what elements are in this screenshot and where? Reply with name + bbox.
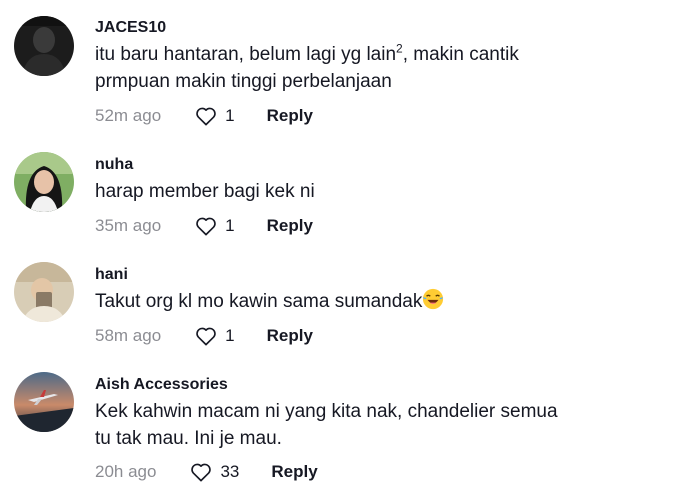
comment-meta: 35m ago 1 Reply: [95, 214, 313, 238]
comment-meta: 52m ago 1 Reply: [95, 104, 313, 128]
like-count: 1: [225, 326, 235, 345]
like-button[interactable]: 1: [195, 106, 235, 126]
comment-text-part: Takut org kl mo kawin sama sumandak: [95, 291, 423, 312]
avatar[interactable]: [14, 152, 74, 212]
like-count: 33: [220, 462, 240, 481]
like-count: 1: [225, 216, 235, 235]
comment-text: Kek kahwin macam ni yang kita nak, chand…: [95, 398, 615, 452]
reply-button[interactable]: Reply: [267, 326, 313, 346]
comment-text-part: tu tak mau. Ini je mau.: [95, 428, 282, 449]
like-count: 1: [225, 106, 235, 125]
like-button[interactable]: 1: [195, 326, 235, 346]
comment-username[interactable]: Aish Accessories: [95, 376, 228, 394]
heart-icon: [196, 107, 216, 126]
reply-button[interactable]: Reply: [271, 462, 317, 482]
comment-time: 58m ago: [95, 326, 162, 345]
tears-of-joy-emoji-icon: [423, 288, 444, 310]
comment-meta: 58m ago 1 Reply: [95, 324, 313, 348]
comment-time: 20h ago: [95, 462, 157, 481]
reply-button[interactable]: Reply: [267, 216, 313, 236]
reply-button[interactable]: Reply: [267, 106, 313, 126]
comment-meta: 20h ago 33 Reply: [95, 460, 318, 484]
heart-icon: [196, 217, 216, 236]
like-button[interactable]: 1: [195, 216, 235, 236]
avatar[interactable]: [14, 262, 74, 322]
comment-username[interactable]: hani: [95, 266, 128, 284]
comment-text: harap member bagi kek ni: [95, 181, 315, 202]
avatar[interactable]: [14, 16, 74, 76]
comment-text-part: prmpuan makin tinggi perbelanjaan: [95, 71, 392, 92]
comment-username[interactable]: JACES10: [95, 19, 166, 37]
comment-text-part: itu baru hantaran, belum lagi yg lain: [95, 44, 397, 65]
avatar[interactable]: [14, 372, 74, 432]
comment-text-part: , makin cantik: [402, 44, 519, 65]
comment-username[interactable]: nuha: [95, 156, 133, 174]
comment-text: itu baru hantaran, belum lagi yg lain2, …: [95, 41, 615, 95]
comment-text: Takut org kl mo kawin sama sumandak: [95, 288, 615, 315]
heart-icon: [196, 327, 216, 346]
heart-icon: [191, 463, 212, 482]
comment-time: 52m ago: [95, 106, 162, 125]
comment-text-part: Kek kahwin macam ni yang kita nak, chand…: [95, 401, 558, 422]
comment-text-superscript: 2: [396, 41, 403, 56]
like-button[interactable]: 33: [190, 462, 239, 482]
comment-time: 35m ago: [95, 216, 162, 235]
